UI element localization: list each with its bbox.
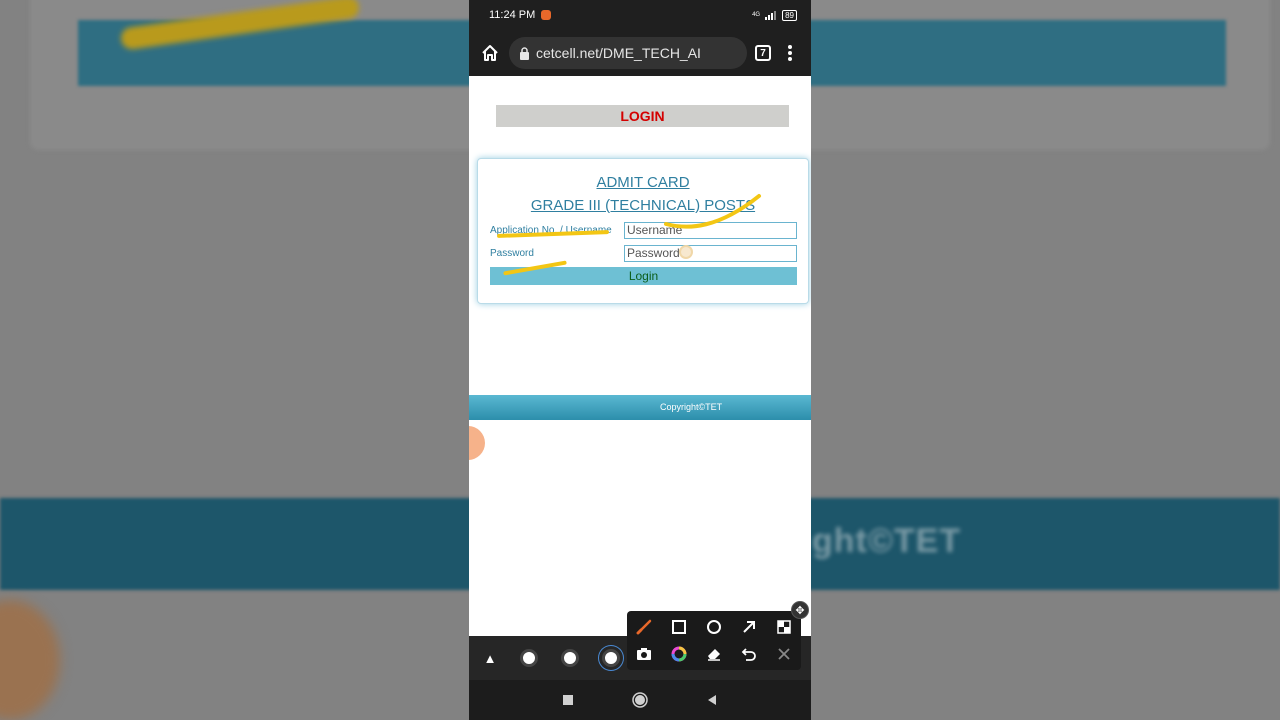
- battery-icon: 89: [782, 9, 797, 21]
- signal-icon: [765, 10, 777, 20]
- page-footer: Copyright©TET: [469, 395, 811, 420]
- address-bar[interactable]: cetcell.net/DME_TECH_AI: [509, 37, 747, 69]
- lock-icon: [520, 46, 529, 60]
- color-wheel-icon[interactable]: [669, 644, 689, 664]
- move-icon[interactable]: ✥: [791, 601, 809, 619]
- close-icon[interactable]: [774, 644, 794, 664]
- password-row: Password: [490, 244, 798, 262]
- recorder-button-active[interactable]: [602, 649, 620, 667]
- touch-indicator: [679, 245, 693, 259]
- phone-screen: 11:24 PM 4G 89 cetcell.net/DME_TECH_AI 7…: [469, 0, 811, 720]
- eraser-icon[interactable]: [704, 644, 724, 664]
- status-icons: 4G 89: [752, 9, 797, 21]
- highlight-curve: [664, 194, 761, 229]
- android-nav-bar: [469, 680, 811, 720]
- square-icon[interactable]: [669, 617, 689, 637]
- bg-footer-text: ght©TET: [812, 522, 962, 560]
- network-label: 4G: [752, 12, 761, 18]
- url-text: cetcell.net/DME_TECH_AI: [536, 45, 701, 61]
- login-heading: LOGIN: [496, 105, 789, 127]
- recorder-button[interactable]: [520, 649, 538, 667]
- drawing-toolbar: [627, 611, 801, 670]
- kebab-menu-icon[interactable]: [779, 42, 801, 64]
- tab-switcher-button[interactable]: 7: [755, 45, 771, 61]
- recents-icon[interactable]: [562, 694, 574, 706]
- floating-touch-orb[interactable]: [469, 426, 485, 460]
- back-icon[interactable]: [706, 694, 718, 706]
- home-icon[interactable]: [479, 42, 501, 64]
- status-time: 11:24 PM: [489, 9, 536, 21]
- brush-icon[interactable]: [634, 617, 654, 637]
- chevron-up-icon[interactable]: ▲: [483, 651, 497, 666]
- status-bar: 11:24 PM 4G 89: [469, 0, 811, 30]
- undo-icon[interactable]: [739, 644, 759, 664]
- arrow-icon[interactable]: [739, 617, 759, 637]
- camera-icon[interactable]: [634, 644, 654, 664]
- password-input[interactable]: [624, 244, 797, 262]
- home-nav-icon[interactable]: [632, 692, 648, 708]
- password-label: Password: [490, 247, 534, 259]
- bg-orb: [0, 600, 60, 720]
- recording-indicator-icon: [541, 10, 552, 20]
- circle-icon[interactable]: [704, 617, 724, 637]
- mosaic-icon[interactable]: [774, 617, 794, 637]
- browser-toolbar: cetcell.net/DME_TECH_AI 7: [469, 30, 811, 76]
- recorder-button[interactable]: [561, 649, 579, 667]
